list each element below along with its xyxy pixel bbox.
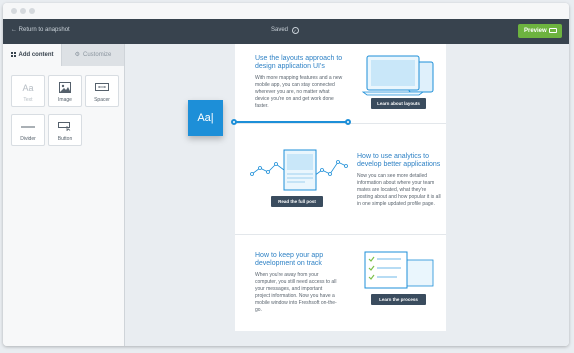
section-body: When you're away from your computer, you… — [255, 272, 337, 313]
window-dot[interactable] — [20, 8, 26, 14]
dragged-text-block[interactable]: Aa| — [188, 100, 223, 136]
button-icon — [58, 122, 71, 131]
devices-icon — [361, 55, 434, 96]
saved-label: Saved — [271, 27, 289, 33]
drop-indicator-handle[interactable] — [345, 119, 351, 125]
learn-layouts-button[interactable]: Learn about layouts — [371, 98, 426, 109]
gear-icon: ⚙ — [74, 52, 81, 58]
palette-item-spacer[interactable]: Spacer — [85, 75, 119, 107]
tab-customize[interactable]: ⚙ Customize — [61, 44, 124, 66]
grid-icon — [10, 52, 16, 57]
drop-indicator-handle[interactable] — [231, 119, 237, 125]
section-body: Now you can see more detailed informatio… — [357, 173, 441, 207]
preview-label: Preview — [524, 28, 547, 34]
palette-item-label: Divider — [20, 136, 36, 142]
top-bar: ← Return to anapshot Saved ✓ Preview — [3, 19, 569, 44]
content-palette: Aa Text Image Spacer Divider Button — [3, 66, 124, 346]
palette-item-label: Button — [57, 136, 73, 142]
analytics-chart-icon — [250, 149, 348, 191]
palette-item-divider[interactable]: Divider — [11, 114, 45, 146]
window-dot[interactable] — [11, 8, 17, 14]
tab-label: Add content — [18, 52, 54, 58]
section-title: Use the layouts approach to design appli… — [255, 55, 343, 70]
drop-indicator-line — [235, 121, 348, 123]
read-full-post-button[interactable]: Read the full post — [271, 196, 323, 207]
email-page: Use the layouts approach to design appli… — [235, 44, 446, 331]
palette-item-label: Text — [23, 97, 33, 103]
palette-item-image[interactable]: Image — [48, 75, 82, 107]
spacer-icon — [95, 83, 109, 91]
editor-canvas: Use the layouts approach to design appli… — [125, 44, 569, 346]
section-title: How to use analytics to develop better a… — [357, 153, 441, 168]
palette-item-button[interactable]: Button — [48, 114, 82, 146]
save-status: Saved ✓ — [271, 27, 299, 34]
palette-item-label: Image — [58, 97, 72, 103]
return-link[interactable]: ← Return to anapshot — [11, 27, 70, 33]
palette-item-text[interactable]: Aa Text — [11, 75, 45, 107]
section-body: With more mapping features and a new mob… — [255, 75, 343, 109]
tab-label: Customize — [83, 52, 112, 58]
tab-add-content[interactable]: Add content — [3, 44, 61, 66]
preview-button[interactable]: Preview — [518, 24, 562, 38]
window-dot[interactable] — [29, 8, 35, 14]
check-circle-icon: ✓ — [291, 27, 299, 34]
divider-icon — [21, 126, 35, 128]
image-icon — [59, 82, 71, 93]
app-window: ← Return to anapshot Saved ✓ Preview Add… — [3, 3, 569, 346]
palette-item-label: Spacer — [94, 97, 110, 103]
monitor-icon — [549, 28, 557, 33]
section-divider — [235, 234, 446, 235]
sidebar-tabs: Add content ⚙ Customize — [3, 44, 124, 66]
learn-process-button[interactable]: Learn the process — [371, 294, 426, 305]
checklist-icon — [364, 251, 434, 289]
text-icon: Aa — [22, 83, 34, 93]
window-chrome — [3, 3, 569, 20]
sidebar: Add content ⚙ Customize Aa Text Image Spa… — [3, 44, 125, 346]
section-divider — [235, 123, 446, 124]
section-title: How to keep your app development on trac… — [255, 252, 324, 267]
